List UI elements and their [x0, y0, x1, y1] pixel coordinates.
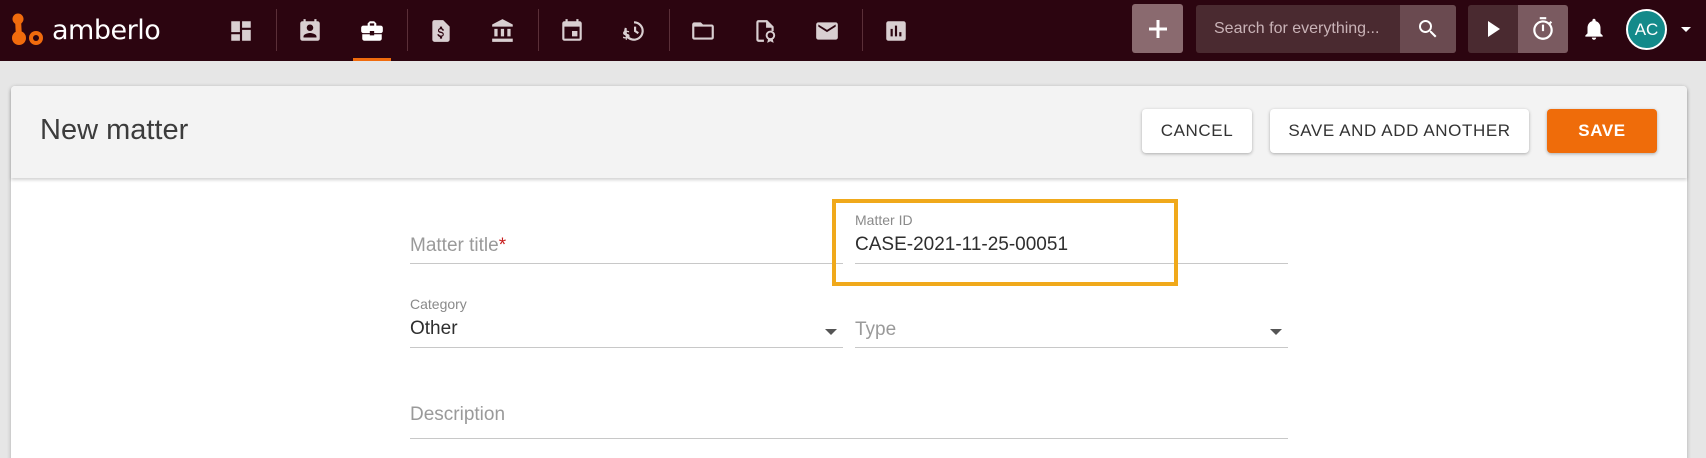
nav-contacts[interactable]: [286, 0, 334, 61]
nav-reports[interactable]: [872, 0, 920, 61]
nav-time-money[interactable]: $: [610, 0, 658, 61]
nav-templates[interactable]: [741, 0, 789, 61]
nav-divider: [407, 9, 408, 51]
user-avatar[interactable]: AC: [1626, 9, 1667, 50]
matter-id-label: Matter ID: [855, 212, 913, 228]
nav-billing[interactable]: [417, 0, 465, 61]
nav-divider: [538, 9, 539, 51]
nav-divider: [276, 9, 277, 51]
folder-icon: [692, 21, 714, 40]
nav-dashboard[interactable]: [217, 0, 265, 61]
top-navigation-bar: amberlo $ Search for everything... AC: [0, 0, 1706, 61]
global-search: [1196, 5, 1456, 53]
start-timer-button[interactable]: [1468, 5, 1518, 53]
bell-icon: [1585, 18, 1603, 40]
nav-divider: [862, 9, 863, 51]
amberlo-logo[interactable]: amberlo: [10, 12, 161, 48]
time-money-icon: $: [622, 20, 644, 41]
stopwatch-icon: [1533, 17, 1553, 40]
page-title: New matter: [40, 114, 189, 146]
description-field[interactable]: Description: [410, 395, 1288, 439]
category-label: Category: [410, 296, 467, 312]
matter-id-field[interactable]: Matter ID CASE-2021-11-25-00051: [855, 212, 1288, 264]
category-select[interactable]: Category Other: [410, 296, 843, 348]
type-placeholder: Type: [855, 319, 897, 340]
logo-text: amberlo: [52, 14, 161, 46]
matter-title-placeholder: Matter title*: [410, 235, 507, 256]
matter-title-field[interactable]: Matter title*: [410, 220, 843, 264]
timer-button[interactable]: [1518, 5, 1568, 53]
chevron-down-icon: [825, 329, 837, 335]
invoice-dollar-icon: [432, 19, 450, 42]
bar-chart-icon: [886, 20, 906, 41]
nav-mail[interactable]: [803, 0, 851, 61]
description-placeholder: Description: [410, 404, 506, 425]
notifications-button[interactable]: [1573, 5, 1615, 53]
save-button[interactable]: SAVE: [1547, 109, 1657, 153]
quick-add-button[interactable]: [1132, 4, 1183, 53]
cancel-button[interactable]: CANCEL: [1142, 109, 1252, 153]
nav-banking[interactable]: [479, 0, 527, 61]
category-value: Other: [410, 318, 458, 339]
nav-documents[interactable]: [679, 0, 727, 61]
search-button[interactable]: [1400, 5, 1456, 53]
nav-calendar[interactable]: [548, 0, 596, 61]
nav-matters[interactable]: [348, 0, 396, 61]
search-icon: [1419, 20, 1437, 38]
briefcase-icon: [361, 20, 383, 41]
search-input[interactable]: [1196, 5, 1400, 53]
dashboard-icon: [231, 20, 251, 41]
matter-id-value: CASE-2021-11-25-00051: [855, 234, 1069, 255]
svg-text:$: $: [622, 27, 630, 41]
logo-icon: [12, 13, 43, 45]
certificate-document-icon: [756, 19, 776, 43]
contacts-icon: [300, 18, 320, 41]
caret-down-icon: [1681, 27, 1691, 32]
chevron-down-icon: [1270, 329, 1282, 335]
type-select[interactable]: Type: [855, 304, 1288, 348]
play-icon: [1488, 21, 1500, 37]
plus-icon: [1148, 19, 1167, 38]
nav-divider: [669, 9, 670, 51]
required-mark: *: [498, 235, 507, 256]
calendar-icon: [562, 18, 582, 41]
user-menu-caret[interactable]: [1676, 20, 1696, 40]
mail-icon: [816, 21, 838, 40]
bank-icon: [492, 18, 513, 42]
card-header: New matter CANCEL SAVE AND ADD ANOTHER S…: [11, 86, 1687, 178]
save-and-add-another-button[interactable]: SAVE AND ADD ANOTHER: [1270, 109, 1529, 153]
